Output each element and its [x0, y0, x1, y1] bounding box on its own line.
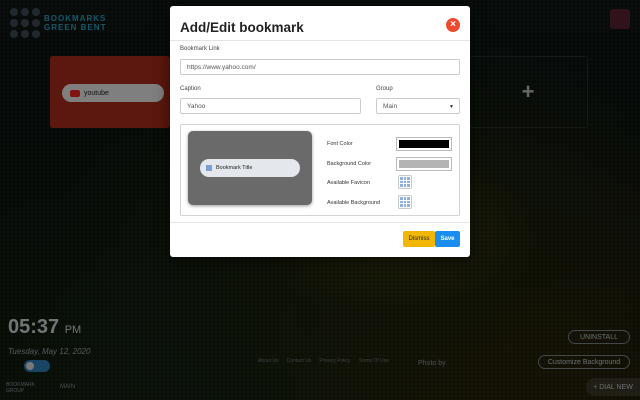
save-button[interactable]: Save	[435, 231, 460, 247]
background-color-label: Background Color	[327, 161, 372, 167]
close-icon[interactable]: ×	[446, 18, 460, 32]
favicon-picker-icon[interactable]	[398, 175, 412, 189]
background-color-picker[interactable]	[396, 157, 452, 171]
dialog-title: Add/Edit bookmark	[180, 20, 304, 35]
preview-bookmark-title: Bookmark Title	[216, 165, 253, 171]
footer-divider	[170, 222, 470, 223]
available-background-label: Available Background	[327, 200, 381, 206]
chevron-down-icon: ▼	[449, 104, 454, 110]
available-favicon-label: Available Favicon	[327, 180, 371, 186]
preview-bookmark-pill: Bookmark Title	[200, 159, 300, 177]
bookmark-link-input[interactable]: https://www.yahoo.com/	[180, 59, 460, 75]
group-selected-value: Main	[383, 102, 398, 110]
bookmark-link-label: Bookmark Link	[180, 46, 220, 52]
group-select[interactable]: Main ▼	[376, 98, 460, 114]
dismiss-button[interactable]: Dismiss	[403, 231, 435, 247]
bookmark-style-editor: Bookmark Title Font Color Background Col…	[180, 124, 460, 216]
favicon-grid-icon	[206, 165, 212, 171]
caption-label: Caption	[180, 86, 201, 92]
bookmark-preview: Bookmark Title	[188, 131, 312, 205]
font-color-swatch	[399, 140, 449, 148]
add-edit-bookmark-dialog: Add/Edit bookmark × Bookmark Link https:…	[170, 6, 470, 257]
background-color-swatch	[399, 160, 449, 168]
font-color-label: Font Color	[327, 141, 353, 147]
group-label: Group	[376, 86, 393, 92]
caption-input[interactable]: Yahoo	[180, 98, 361, 114]
background-picker-icon[interactable]	[398, 195, 412, 209]
header-divider	[170, 40, 470, 41]
font-color-picker[interactable]	[396, 137, 452, 151]
